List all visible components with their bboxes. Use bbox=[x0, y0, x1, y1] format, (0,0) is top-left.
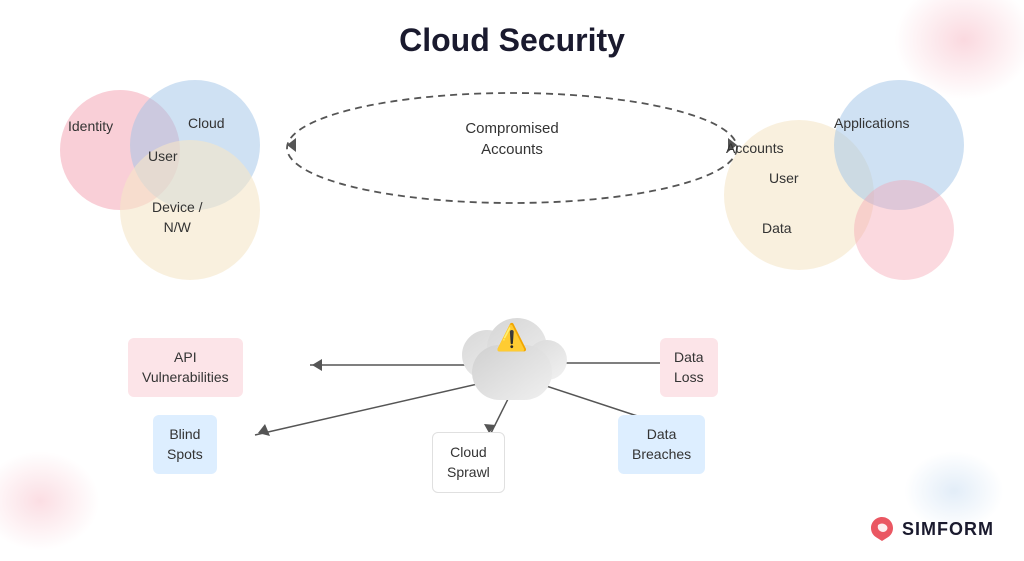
label-user-left: User bbox=[148, 148, 178, 164]
box-api-vulnerabilities: APIVulnerabilities bbox=[128, 338, 243, 397]
warning-icon: ⚠️ bbox=[496, 322, 528, 353]
label-applications: Applications bbox=[834, 115, 910, 131]
cloud-body bbox=[472, 345, 552, 400]
label-identity: Identity bbox=[68, 118, 113, 134]
bg-decoration-bl bbox=[0, 451, 100, 551]
compromised-accounts-label: CompromisedAccounts bbox=[465, 118, 558, 160]
label-accounts: Accounts bbox=[726, 140, 784, 156]
label-cloud-left: Cloud bbox=[188, 115, 225, 131]
box-cloud-sprawl: CloudSprawl bbox=[432, 432, 505, 493]
box-blind-spots: BlindSpots bbox=[153, 415, 217, 474]
simform-icon bbox=[868, 515, 896, 543]
label-data: Data bbox=[762, 220, 792, 236]
left-cluster-labels: Identity User Cloud Device /N/W bbox=[60, 80, 320, 300]
label-device: Device /N/W bbox=[152, 198, 203, 237]
simform-text: SIMFORM bbox=[902, 519, 994, 540]
label-user-right: User bbox=[769, 170, 799, 186]
right-cluster-labels: Accounts Applications User Data bbox=[704, 80, 964, 300]
box-data-loss: DataLoss bbox=[660, 338, 718, 397]
box-data-breaches: DataBreaches bbox=[618, 415, 705, 474]
simform-logo: SIMFORM bbox=[868, 515, 994, 543]
page-title: Cloud Security bbox=[399, 22, 625, 59]
